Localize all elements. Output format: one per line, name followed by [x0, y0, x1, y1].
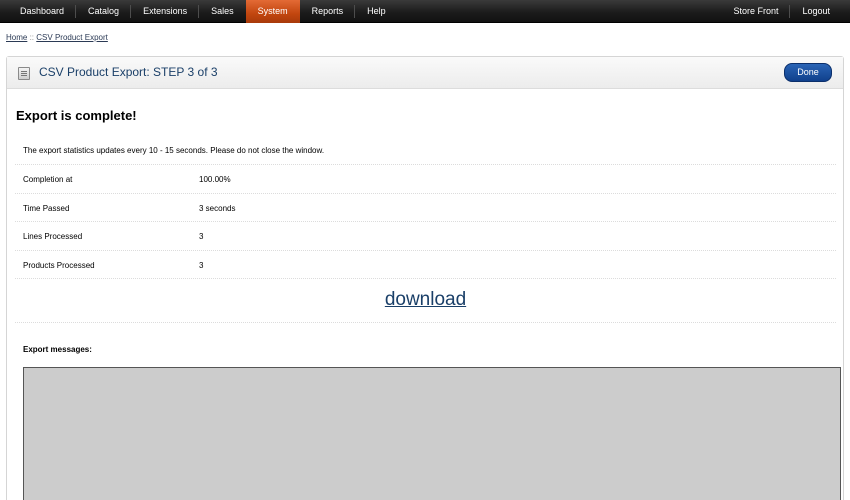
stat-label: Products Processed [23, 261, 95, 270]
stat-label: Completion at [23, 175, 73, 184]
breadcrumb-home-link[interactable]: Home [6, 33, 27, 42]
nav-dashboard[interactable]: Dashboard [8, 0, 77, 23]
nav-store-front[interactable]: Store Front [721, 0, 791, 23]
stats-row-time-passed: Time Passed 3 seconds [15, 193, 836, 222]
nav-catalog[interactable]: Catalog [76, 0, 132, 23]
export-messages-box[interactable] [23, 367, 841, 500]
panel-header: CSV Product Export: STEP 3 of 3 Done [7, 57, 843, 89]
breadcrumb-current-link[interactable]: CSV Product Export [36, 33, 108, 42]
download-row: download [15, 278, 836, 323]
download-link[interactable]: download [15, 289, 836, 311]
stat-label: Time Passed [23, 204, 70, 213]
stats-row-products-processed: Products Processed 3 [15, 250, 836, 279]
nav-help[interactable]: Help [355, 0, 398, 23]
nav-sales[interactable]: Sales [199, 0, 246, 23]
user-menu: Store Front Logout [721, 0, 842, 23]
stats-row-lines-processed: Lines Processed 3 [15, 221, 836, 250]
nav-logout[interactable]: Logout [790, 0, 842, 23]
breadcrumb-separator: :: [29, 33, 35, 42]
stat-value: 3 [199, 261, 204, 270]
stats-row-completion: Completion at 100.00% [15, 164, 836, 193]
stat-value: 3 [199, 232, 204, 241]
export-panel: CSV Product Export: STEP 3 of 3 Done Exp… [6, 56, 844, 500]
completion-heading: Export is complete! [16, 108, 137, 123]
stat-value: 3 seconds [199, 204, 236, 213]
top-navigation: Dashboard Catalog Extensions Sales Syste… [0, 0, 850, 23]
done-button[interactable]: Done [784, 63, 832, 82]
nav-extensions[interactable]: Extensions [131, 0, 200, 23]
document-icon [18, 67, 30, 80]
breadcrumb: Home :: CSV Product Export [6, 33, 108, 42]
page-title: CSV Product Export: STEP 3 of 3 [39, 65, 218, 79]
nav-reports[interactable]: Reports [300, 0, 356, 23]
stat-value: 100.00% [199, 175, 231, 184]
update-info-text: The export statistics updates every 10 -… [23, 146, 325, 155]
export-messages-label: Export messages: [23, 345, 92, 354]
main-menu: Dashboard Catalog Extensions Sales Syste… [8, 0, 398, 23]
stat-label: Lines Processed [23, 232, 83, 241]
nav-system[interactable]: System [245, 0, 300, 23]
